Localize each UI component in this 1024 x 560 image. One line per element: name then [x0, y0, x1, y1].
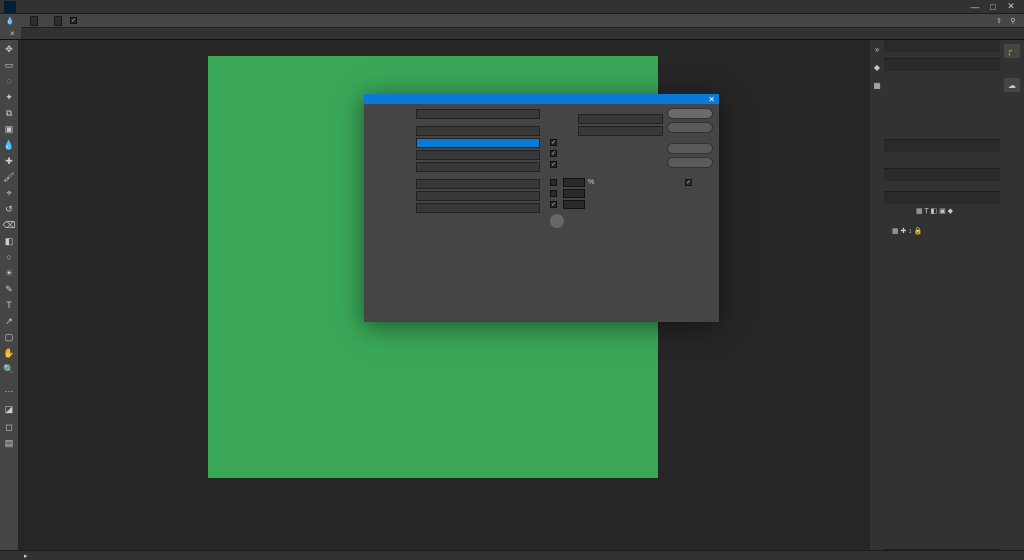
- window-controls: — □ ✕: [966, 1, 1020, 13]
- blur-tool-icon[interactable]: ○: [2, 250, 16, 264]
- layers-panel: ▦ T ◧ ▣ ◆ ▦ ✚ ↕ 🔒: [884, 192, 1000, 550]
- quickmask-icon[interactable]: ◻: [2, 420, 16, 434]
- rgb-dropdown[interactable]: [416, 126, 540, 136]
- blend-rgb-input[interactable]: [563, 189, 585, 198]
- close-icon[interactable]: ×: [10, 29, 15, 38]
- sample-dropdown[interactable]: [54, 16, 62, 26]
- cancel-button[interactable]: [667, 122, 713, 133]
- pen-tool-icon[interactable]: ✎: [2, 282, 16, 296]
- show-ring-checkbox[interactable]: ✓: [70, 17, 77, 24]
- dialog-buttons: ✓: [667, 108, 713, 187]
- dither-checkbox[interactable]: ✓: [550, 150, 557, 157]
- screenmode-icon[interactable]: ▤: [2, 436, 16, 450]
- eyedropper-icon: 💧: [4, 15, 16, 27]
- properties-panel: [884, 59, 1000, 140]
- marquee-tool-icon[interactable]: ▭: [2, 58, 16, 72]
- learn-button[interactable]: 🎓: [1004, 44, 1020, 58]
- desat-checkbox[interactable]: [550, 179, 557, 186]
- wand-tool-icon[interactable]: ✦: [2, 90, 16, 104]
- minimize-button[interactable]: —: [966, 1, 984, 13]
- libraries-button[interactable]: ☁: [1004, 78, 1020, 92]
- dialog-titlebar[interactable]: ✕: [364, 94, 719, 104]
- expand-icon[interactable]: »: [872, 44, 882, 54]
- desat-input[interactable]: [563, 178, 585, 187]
- gray-dropdown[interactable]: [416, 150, 540, 160]
- type-tool-icon[interactable]: T: [2, 298, 16, 312]
- close-icon[interactable]: ✕: [708, 95, 715, 104]
- sample-size-dropdown[interactable]: [30, 16, 38, 26]
- settings-dropdown[interactable]: [416, 109, 540, 119]
- spot-dropdown[interactable]: [416, 162, 540, 172]
- gradients-panel: [884, 40, 1000, 59]
- engine-dropdown[interactable]: [578, 114, 663, 124]
- search-icon[interactable]: ⚲: [1006, 15, 1020, 27]
- guides-panel: [884, 169, 1000, 192]
- policy-cmyk-dropdown[interactable]: [416, 191, 540, 201]
- tools-panel: ✥ ▭ ◌ ✦ ⧉ ▣ 💧 ✚ 🖌 ⌖ ↺ ⌫ ◧ ○ ☀ ✎ T ↗ ▢ ✋ …: [0, 40, 18, 550]
- gradients-panel-tabs: [884, 40, 1000, 52]
- blend-rgb-checkbox[interactable]: [550, 190, 557, 197]
- brush-tool-icon[interactable]: 🖌: [2, 170, 16, 184]
- share-button[interactable]: ⇪: [992, 15, 1006, 27]
- bpc-checkbox[interactable]: ✓: [550, 139, 557, 146]
- dodge-tool-icon[interactable]: ☀: [2, 266, 16, 280]
- chevron-right-icon[interactable]: ▸: [24, 552, 28, 560]
- shape-tool-icon[interactable]: ▢: [2, 330, 16, 344]
- policy-rgb-dropdown[interactable]: [416, 179, 540, 189]
- comp-checkbox[interactable]: ✓: [550, 161, 557, 168]
- app-logo: [4, 1, 16, 13]
- policy-gray-dropdown[interactable]: [416, 203, 540, 213]
- color-settings-dialog: ✕: [364, 94, 719, 322]
- right-icon-strip: » ◆ ▦: [870, 40, 884, 550]
- hand-tool-icon[interactable]: ✋: [2, 346, 16, 360]
- right-collapsed-panels: 🎓 ☁: [1000, 40, 1024, 550]
- blend-text-checkbox[interactable]: ✓: [550, 201, 557, 208]
- panels-column: ▦ T ◧ ▣ ◆ ▦ ✚ ↕ 🔒: [884, 40, 1000, 550]
- gradient-tool-icon[interactable]: ◧: [2, 234, 16, 248]
- close-button[interactable]: ✕: [1002, 1, 1020, 13]
- preview-checkbox[interactable]: ✓: [685, 179, 692, 186]
- heal-tool-icon[interactable]: ✚: [2, 154, 16, 168]
- maximize-button[interactable]: □: [984, 1, 1002, 13]
- options-bar: 💧 ✓ ⇪ ⚲: [0, 14, 1024, 28]
- blend-text-input[interactable]: [563, 200, 585, 209]
- frame-tool-icon[interactable]: ▣: [2, 122, 16, 136]
- document-tab-strip: ×: [0, 28, 1024, 40]
- move-tool-icon[interactable]: ✥: [2, 42, 16, 56]
- color-swatches-icon[interactable]: ◪: [2, 400, 16, 418]
- stamp-tool-icon[interactable]: ⌖: [2, 186, 16, 200]
- save-button[interactable]: [667, 157, 713, 168]
- history-brush-icon[interactable]: ↺: [2, 202, 16, 216]
- edit-toolbar-icon[interactable]: ⋯: [2, 384, 16, 398]
- rulers-panel: [884, 140, 1000, 169]
- path-tool-icon[interactable]: ↗: [2, 314, 16, 328]
- swatches-icon[interactable]: ▦: [872, 80, 882, 90]
- ok-button[interactable]: [667, 108, 713, 119]
- menubar: — □ ✕: [0, 0, 1024, 14]
- zoom-tool-icon[interactable]: 🔍: [2, 362, 16, 376]
- load-button[interactable]: [667, 143, 713, 154]
- lasso-tool-icon[interactable]: ◌: [2, 74, 16, 88]
- eyedropper-tool-icon[interactable]: 💧: [2, 138, 16, 152]
- crop-tool-icon[interactable]: ⧉: [2, 106, 16, 120]
- document-tab[interactable]: ×: [0, 27, 21, 39]
- cmyk-dropdown[interactable]: [416, 138, 540, 148]
- intent-dropdown[interactable]: [578, 126, 663, 136]
- status-bar: ▸: [0, 550, 1024, 560]
- gradients-folders: [884, 52, 1000, 56]
- globe-icon: [550, 214, 564, 228]
- color-icon[interactable]: ◆: [872, 62, 882, 72]
- eraser-tool-icon[interactable]: ⌫: [2, 218, 16, 232]
